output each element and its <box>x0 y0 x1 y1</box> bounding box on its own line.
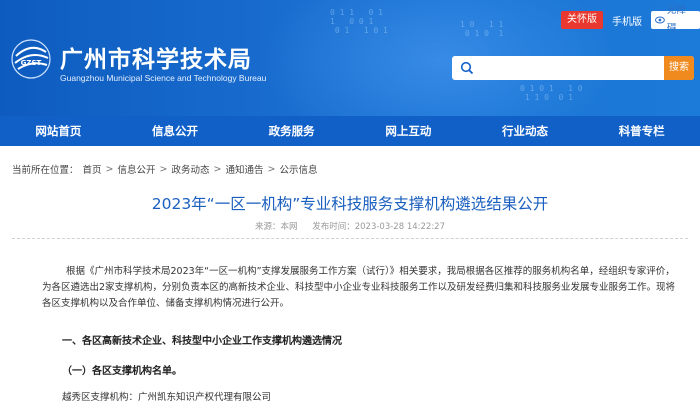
breadcrumb: 当前所在位置： 首页 > 信息公开 > 政务动态 > 通知通告 > 公示信息 <box>12 162 317 177</box>
article-line: 越秀区支撑机构：广州凯东知识产权代理有限公司 <box>62 392 272 403</box>
article-meta: 来源：本网 发布时间：2023-03-28 14:22:27 <box>0 220 700 232</box>
nav-item-info-disclosure[interactable]: 信息公开 <box>117 116 234 146</box>
subsection-heading: （一）各区支撑机构名单。 <box>62 366 182 377</box>
mobile-version-link[interactable]: 手机版 <box>612 13 642 28</box>
site-header: 0 1 1 0 1 1 0 0 1 0 1 1 0 1 1 0 1 1 0 1 … <box>0 0 700 116</box>
nav-item-industry-news[interactable]: 行业动态 <box>467 116 584 146</box>
care-version-button[interactable]: 关怀版 <box>561 11 603 29</box>
breadcrumb-separator: > <box>267 163 276 175</box>
breadcrumb-item-info[interactable]: 信息公开 <box>118 162 156 176</box>
site-title: 广州市科学技术局 <box>60 47 252 73</box>
search-button[interactable]: 搜索 <box>664 56 694 80</box>
nav-item-gov-services[interactable]: 政务服务 <box>233 116 350 146</box>
breadcrumb-item-notices[interactable]: 通知通告 <box>225 162 263 176</box>
binary-decoration: 0 1 1 0 1 1 0 0 1 0 1 1 0 1 <box>330 8 388 35</box>
accessibility-label: 无障碍 <box>666 5 686 34</box>
nav-item-online-interaction[interactable]: 网上互动 <box>350 116 467 146</box>
breadcrumb-separator: > <box>105 163 114 175</box>
search-input[interactable] <box>478 56 658 80</box>
nav-item-science-column[interactable]: 科普专栏 <box>583 116 700 146</box>
article-paragraph: 根据《广州市科学技术局2023年“一区一机构”支撑发展服务工作方案（试行）》相关… <box>42 266 676 309</box>
gzst-logo-icon: GZST <box>11 39 51 79</box>
breadcrumb-separator: > <box>159 163 168 175</box>
divider <box>12 238 688 239</box>
search-bar: 搜索 <box>452 56 694 80</box>
accessibility-button[interactable]: 无障碍 <box>651 5 700 34</box>
section-heading: 一、各区高新技术企业、科技型中小企业工作支撑机构遴选情况 <box>62 336 342 347</box>
binary-decoration: 0 1 0 1 1 0 1 1 0 0 1 <box>520 84 583 102</box>
breadcrumb-prefix: 当前所在位置： <box>12 165 79 176</box>
breadcrumb-separator: > <box>213 163 222 175</box>
article-source: 来源：本网 <box>255 222 298 232</box>
article-title: 2023年“一区一机构”专业科技服务支撑机构遴选结果公开 <box>151 195 549 213</box>
breadcrumb-item-public-info[interactable]: 公示信息 <box>279 162 317 176</box>
breadcrumb-item-gov-news[interactable]: 政务动态 <box>171 162 209 176</box>
main-nav: 网站首页 信息公开 政务服务 网上互动 行业动态 科普专栏 <box>0 116 700 146</box>
search-icon <box>460 61 474 75</box>
logo-text: GZST <box>21 59 42 67</box>
eye-icon <box>655 16 665 24</box>
binary-decoration: 1 0 1 1 0 1 0 1 <box>460 20 504 38</box>
article-date: 发布时间：2023-03-28 14:22:27 <box>312 222 445 232</box>
site-subtitle: Guangzhou Municipal Science and Technolo… <box>60 73 267 83</box>
breadcrumb-item-home[interactable]: 首页 <box>83 162 102 176</box>
nav-item-home[interactable]: 网站首页 <box>0 116 117 146</box>
